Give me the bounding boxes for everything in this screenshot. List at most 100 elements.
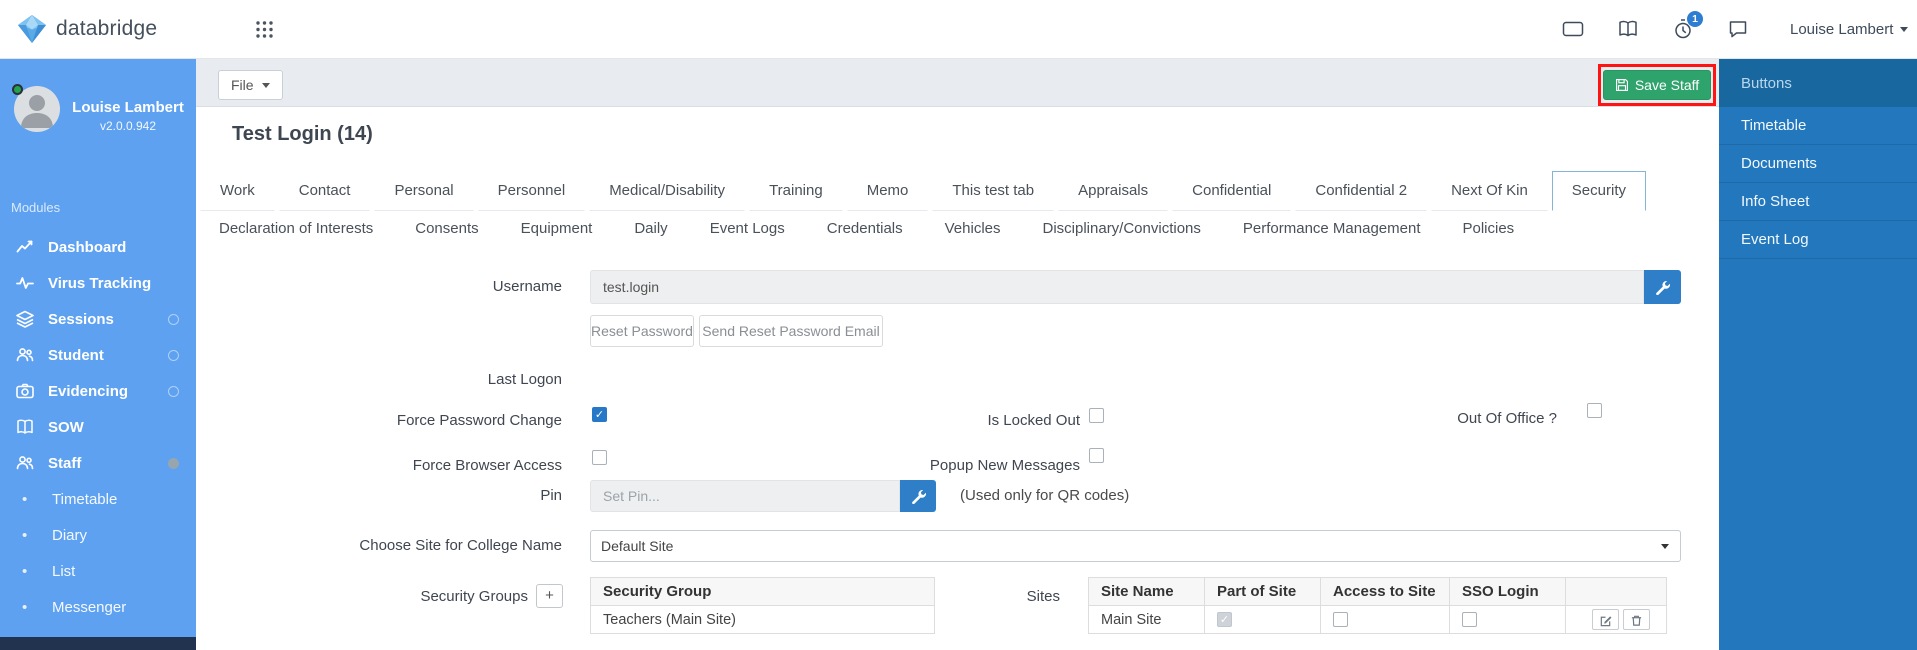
sidebar-subitem-list[interactable]: • List	[0, 553, 196, 589]
tab-daily[interactable]: Daily	[615, 211, 686, 247]
delete-site-button[interactable]	[1623, 609, 1650, 630]
security-groups-label: Security Groups	[420, 588, 528, 605]
username-wrench-button[interactable]	[1644, 270, 1681, 304]
sites-column-header-part-of-site[interactable]: Part of Site	[1204, 577, 1321, 606]
buttons-panel-item-documents[interactable]: Documents	[1719, 145, 1917, 183]
chevron-down-icon	[261, 82, 270, 88]
tab-this-test-tab[interactable]: This test tab	[932, 171, 1055, 211]
reset-password-button[interactable]: Reset Password	[590, 315, 694, 347]
brand-name: databridge	[56, 17, 158, 40]
bullet-icon: •	[22, 562, 28, 580]
sidebar-subitem-timetable[interactable]: • Timetable	[0, 481, 196, 517]
display-icon[interactable]	[1562, 18, 1586, 42]
sidebar-item-label: Evidencing	[48, 382, 129, 400]
app-version: v2.0.0.942	[99, 119, 157, 133]
force-browser-access-label: Force Browser Access	[412, 457, 562, 474]
sidebar-item-staff[interactable]: Staff	[0, 445, 196, 481]
tab-personnel[interactable]: Personnel	[477, 171, 586, 211]
last-logon-label: Last Logon	[487, 371, 562, 388]
sidebar-subitem-messenger[interactable]: • Messenger	[0, 589, 196, 625]
tab-next-of-kin[interactable]: Next Of Kin	[1431, 171, 1548, 211]
tab-medical-disability[interactable]: Medical/Disability	[589, 171, 746, 211]
sidebar-item-evidencing[interactable]: Evidencing	[0, 373, 196, 409]
tab-disciplinary-convictions[interactable]: Disciplinary/Convictions	[1024, 211, 1220, 247]
timer-icon[interactable]: 1	[1672, 10, 1703, 42]
tab-contact[interactable]: Contact	[278, 171, 371, 211]
sidebar-item-sow[interactable]: SOW	[0, 409, 196, 445]
profile-box[interactable]: Louise Lambert v2.0.0.942	[0, 59, 196, 147]
toolbar: File Save Staff	[196, 59, 1719, 107]
tab-confidential[interactable]: Confidential	[1172, 171, 1292, 211]
sites-column-header-site-name[interactable]: Site Name	[1088, 577, 1205, 606]
sso-login-checkbox[interactable]	[1462, 612, 1477, 628]
sites-column-header-access-to-site[interactable]: Access to Site	[1320, 577, 1450, 606]
sidebar-item-sessions[interactable]: Sessions	[0, 301, 196, 337]
tab-consents[interactable]: Consents	[396, 211, 497, 247]
tab-equipment[interactable]: Equipment	[502, 211, 612, 247]
tab-event-logs[interactable]: Event Logs	[691, 211, 804, 247]
is-locked-out-label: Is Locked Out	[987, 412, 1080, 429]
sso-login-cell	[1449, 605, 1566, 634]
brand-logo[interactable]: databridge	[16, 13, 157, 45]
right-buttons-panel: Buttons Timetable Documents Info Sheet Even…	[1719, 59, 1917, 650]
apps-grid-icon[interactable]	[255, 20, 274, 39]
online-status-dot	[12, 84, 23, 95]
tab-vehicles[interactable]: Vehicles	[926, 211, 1020, 247]
add-security-group-button[interactable]: +	[536, 584, 563, 608]
buttons-panel-item-info-sheet[interactable]: Info Sheet	[1719, 183, 1917, 221]
sites-column-header-sso-login[interactable]: SSO Login	[1449, 577, 1566, 606]
send-reset-password-email-button[interactable]: Send Reset Password Email	[699, 315, 883, 347]
sidebar-item-student[interactable]: Student	[0, 337, 196, 373]
sidebar-subitem-label: Timetable	[52, 490, 118, 508]
out-of-office-label: Out Of Office ?	[1457, 410, 1557, 427]
dashboard-icon	[16, 238, 34, 256]
modules-section-label: Modules	[11, 200, 61, 215]
tab-policies[interactable]: Policies	[1443, 211, 1533, 247]
file-menu-button[interactable]: File	[218, 70, 283, 100]
pin-wrench-button[interactable]	[900, 480, 936, 512]
sidebar-item-dashboard[interactable]: Dashboard	[0, 229, 196, 265]
left-sidebar: Louise Lambert v2.0.0.942 Modules Dashbo…	[0, 59, 196, 650]
table-row[interactable]: Teachers (Main Site)	[590, 605, 935, 634]
college-site-select[interactable]: Default Site	[590, 530, 1681, 562]
tab-memo[interactable]: Memo	[846, 171, 929, 211]
buttons-panel-item-timetable[interactable]: Timetable	[1719, 107, 1917, 145]
tab-credentials[interactable]: Credentials	[808, 211, 922, 247]
sidebar-menu: Dashboard Virus Tracking Sessions Student Ev…	[0, 229, 196, 650]
username-input[interactable]	[590, 270, 1644, 304]
security-group-cell: Teachers (Main Site)	[590, 605, 935, 634]
sidebar-item-virus-tracking[interactable]: Virus Tracking	[0, 265, 196, 301]
edit-site-button[interactable]	[1592, 609, 1619, 630]
user-menu[interactable]: Louise Lambert	[1790, 0, 1909, 59]
pin-input[interactable]	[590, 480, 900, 512]
sidebar-subitem-diary[interactable]: • Diary	[0, 517, 196, 553]
access-to-site-checkbox[interactable]	[1333, 612, 1348, 628]
sidebar-item-label: Sessions	[48, 310, 114, 328]
collapsed-indicator-icon	[168, 313, 179, 325]
save-staff-button[interactable]: Save Staff	[1602, 70, 1712, 100]
layers-icon	[16, 310, 34, 328]
handbook-icon[interactable]	[1617, 18, 1641, 42]
force-password-change-checkbox[interactable]: ✓	[592, 407, 607, 422]
popup-new-messages-checkbox[interactable]	[1089, 448, 1104, 463]
tab-work[interactable]: Work	[200, 171, 275, 211]
tab-appraisals[interactable]: Appraisals	[1058, 171, 1169, 211]
force-browser-access-checkbox[interactable]	[592, 450, 607, 465]
tab-performance-management[interactable]: Performance Management	[1224, 211, 1440, 247]
save-highlight-annotation: Save Staff	[1598, 64, 1716, 106]
sidebar-item-label: Virus Tracking	[48, 274, 152, 292]
is-locked-out-checkbox[interactable]	[1089, 408, 1104, 423]
buttons-panel-item-event-log[interactable]: Event Log	[1719, 221, 1917, 259]
chat-icon[interactable]	[1727, 18, 1751, 42]
students-icon	[16, 346, 34, 364]
access-to-site-cell	[1320, 605, 1450, 634]
tab-confidential-2[interactable]: Confidential 2	[1295, 171, 1428, 211]
chevron-down-icon	[1661, 543, 1669, 549]
camera-icon	[16, 382, 34, 400]
pin-note: (Used only for QR codes)	[960, 487, 1130, 504]
tab-training[interactable]: Training	[749, 171, 843, 211]
tab-security[interactable]: Security	[1551, 171, 1646, 211]
tab-declaration-of-interests[interactable]: Declaration of Interests	[200, 211, 392, 247]
out-of-office-checkbox[interactable]	[1587, 403, 1602, 418]
tab-personal[interactable]: Personal	[374, 171, 474, 211]
